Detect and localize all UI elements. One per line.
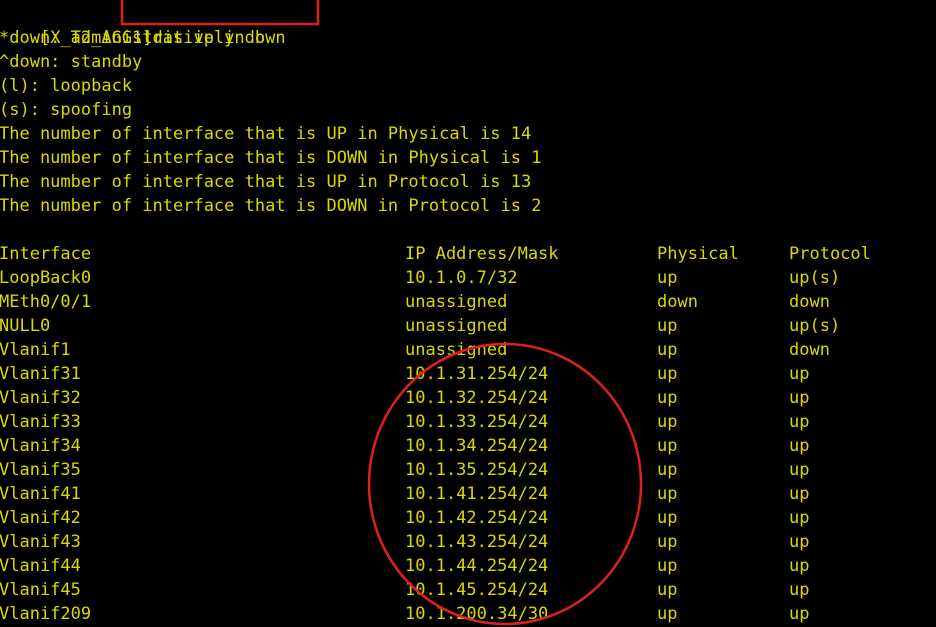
table-row: Vlanif44 10.1.44.254/24 up up bbox=[0, 554, 935, 578]
table-row: Vlanif34 10.1.34.254/24 up up bbox=[0, 434, 935, 458]
cell-ip-address: 10.1.200.34/30 bbox=[405, 604, 549, 624]
cell-interface: Vlanif42 bbox=[0, 508, 81, 528]
cell-interface: Vlanif1 bbox=[0, 340, 71, 360]
cell-protocol: up bbox=[789, 532, 810, 552]
cell-protocol: up bbox=[789, 580, 810, 600]
legend-line: (s): spoofing bbox=[0, 100, 133, 120]
cell-protocol: up bbox=[789, 484, 810, 504]
cell-ip-address: unassigned bbox=[405, 340, 508, 360]
header-ip-address: IP Address/Mask bbox=[405, 244, 559, 264]
table-row: Vlanif35 10.1.35.254/24 up up bbox=[0, 458, 935, 482]
cell-interface: Vlanif209 bbox=[0, 604, 92, 624]
table-row: Vlanif1 unassigned up down bbox=[0, 338, 935, 362]
cell-physical: up bbox=[657, 508, 678, 528]
cell-interface: Vlanif33 bbox=[0, 412, 81, 432]
cell-protocol: up bbox=[789, 508, 810, 528]
cell-protocol: up bbox=[789, 364, 810, 384]
cell-ip-address: 10.1.32.254/24 bbox=[405, 388, 549, 408]
table-row: Vlanif43 10.1.43.254/24 up up bbox=[0, 530, 935, 554]
table-row: Vlanif42 10.1.42.254/24 up up bbox=[0, 506, 935, 530]
cell-ip-address: 10.1.42.254/24 bbox=[405, 508, 549, 528]
cell-interface: Vlanif45 bbox=[0, 580, 81, 600]
cell-interface: Vlanif43 bbox=[0, 532, 81, 552]
cell-physical: up bbox=[657, 268, 678, 288]
cell-physical: up bbox=[657, 604, 678, 624]
cell-ip-address: 10.1.35.254/24 bbox=[405, 460, 549, 480]
cell-physical: up bbox=[657, 436, 678, 456]
cell-interface: Vlanif44 bbox=[0, 556, 81, 576]
cell-ip-address: 10.1.33.254/24 bbox=[405, 412, 549, 432]
summary-line: The number of interface that is UP in Pr… bbox=[0, 172, 532, 192]
prompt-line: [X_T2_AGG1]dis ip in b bbox=[0, 2, 265, 48]
cell-interface: MEth0/0/1 bbox=[0, 292, 92, 312]
cell-interface: Vlanif31 bbox=[0, 364, 81, 384]
cell-interface: NULL0 bbox=[0, 316, 51, 336]
cell-interface: LoopBack0 bbox=[0, 268, 92, 288]
cell-protocol: up bbox=[789, 460, 810, 480]
table-row: Vlanif33 10.1.33.254/24 up up bbox=[0, 410, 935, 434]
table-header: Interface IP Address/Mask Physical Proto… bbox=[0, 242, 935, 266]
cell-interface: Vlanif41 bbox=[0, 484, 81, 504]
cell-physical: up bbox=[657, 316, 678, 336]
cell-physical: up bbox=[657, 364, 678, 384]
table-row: Vlanif45 10.1.45.254/24 up up bbox=[0, 578, 935, 602]
cell-physical: up bbox=[657, 460, 678, 480]
table-row: Vlanif31 10.1.31.254/24 up up bbox=[0, 362, 935, 386]
cell-interface: Vlanif34 bbox=[0, 436, 81, 456]
cell-protocol: down bbox=[789, 340, 830, 360]
cell-ip-address: 10.1.0.7/32 bbox=[405, 268, 518, 288]
cell-physical: down bbox=[657, 292, 698, 312]
cell-ip-address: unassigned bbox=[405, 292, 508, 312]
table-row: Vlanif209 10.1.200.34/30 up up bbox=[0, 602, 935, 626]
cell-protocol: up bbox=[789, 412, 810, 432]
summary-line: The number of interface that is DOWN in … bbox=[0, 196, 542, 216]
cell-protocol: up bbox=[789, 556, 810, 576]
cell-interface: Vlanif35 bbox=[0, 460, 81, 480]
cell-physical: up bbox=[657, 412, 678, 432]
cell-protocol: down bbox=[789, 292, 830, 312]
table-row: Vlanif41 10.1.41.254/24 up up bbox=[0, 482, 935, 506]
cell-physical: up bbox=[657, 484, 678, 504]
cell-ip-address: 10.1.34.254/24 bbox=[405, 436, 549, 456]
cell-ip-address: 10.1.41.254/24 bbox=[405, 484, 549, 504]
cell-protocol: up(s) bbox=[789, 268, 841, 288]
cell-physical: up bbox=[657, 580, 678, 600]
cell-protocol: up bbox=[789, 604, 810, 624]
header-physical: Physical bbox=[657, 244, 739, 264]
cell-ip-address: 10.1.45.254/24 bbox=[405, 580, 549, 600]
legend-line: (l): loopback bbox=[0, 76, 133, 96]
header-protocol: Protocol bbox=[789, 244, 871, 264]
cell-protocol: up bbox=[789, 388, 810, 408]
cell-physical: up bbox=[657, 340, 678, 360]
table-row: NULL0 unassigned up up(s) bbox=[0, 314, 935, 338]
summary-line: The number of interface that is UP in Ph… bbox=[0, 124, 532, 144]
header-interface: Interface bbox=[0, 244, 92, 264]
table-row: LoopBack0 10.1.0.7/32 up up(s) bbox=[0, 266, 935, 290]
cell-interface: Vlanif32 bbox=[0, 388, 81, 408]
summary-line: The number of interface that is DOWN in … bbox=[0, 148, 542, 168]
cell-physical: up bbox=[657, 388, 678, 408]
legend-line: ^down: standby bbox=[0, 52, 143, 72]
cell-ip-address: unassigned bbox=[405, 316, 508, 336]
table-row: Vlanif32 10.1.32.254/24 up up bbox=[0, 386, 935, 410]
legend-line: *down: administratively down bbox=[0, 28, 286, 48]
table-row: MEth0/0/1 unassigned down down bbox=[0, 290, 935, 314]
cell-physical: up bbox=[657, 532, 678, 552]
cell-ip-address: 10.1.31.254/24 bbox=[405, 364, 549, 384]
cell-protocol: up bbox=[789, 436, 810, 456]
cell-ip-address: 10.1.44.254/24 bbox=[405, 556, 549, 576]
cell-protocol: up(s) bbox=[789, 316, 841, 336]
cell-physical: up bbox=[657, 556, 678, 576]
cell-ip-address: 10.1.43.254/24 bbox=[405, 532, 549, 552]
terminal-window[interactable]: [X_T2_AGG1]dis ip in b *down: administra… bbox=[0, 0, 936, 627]
